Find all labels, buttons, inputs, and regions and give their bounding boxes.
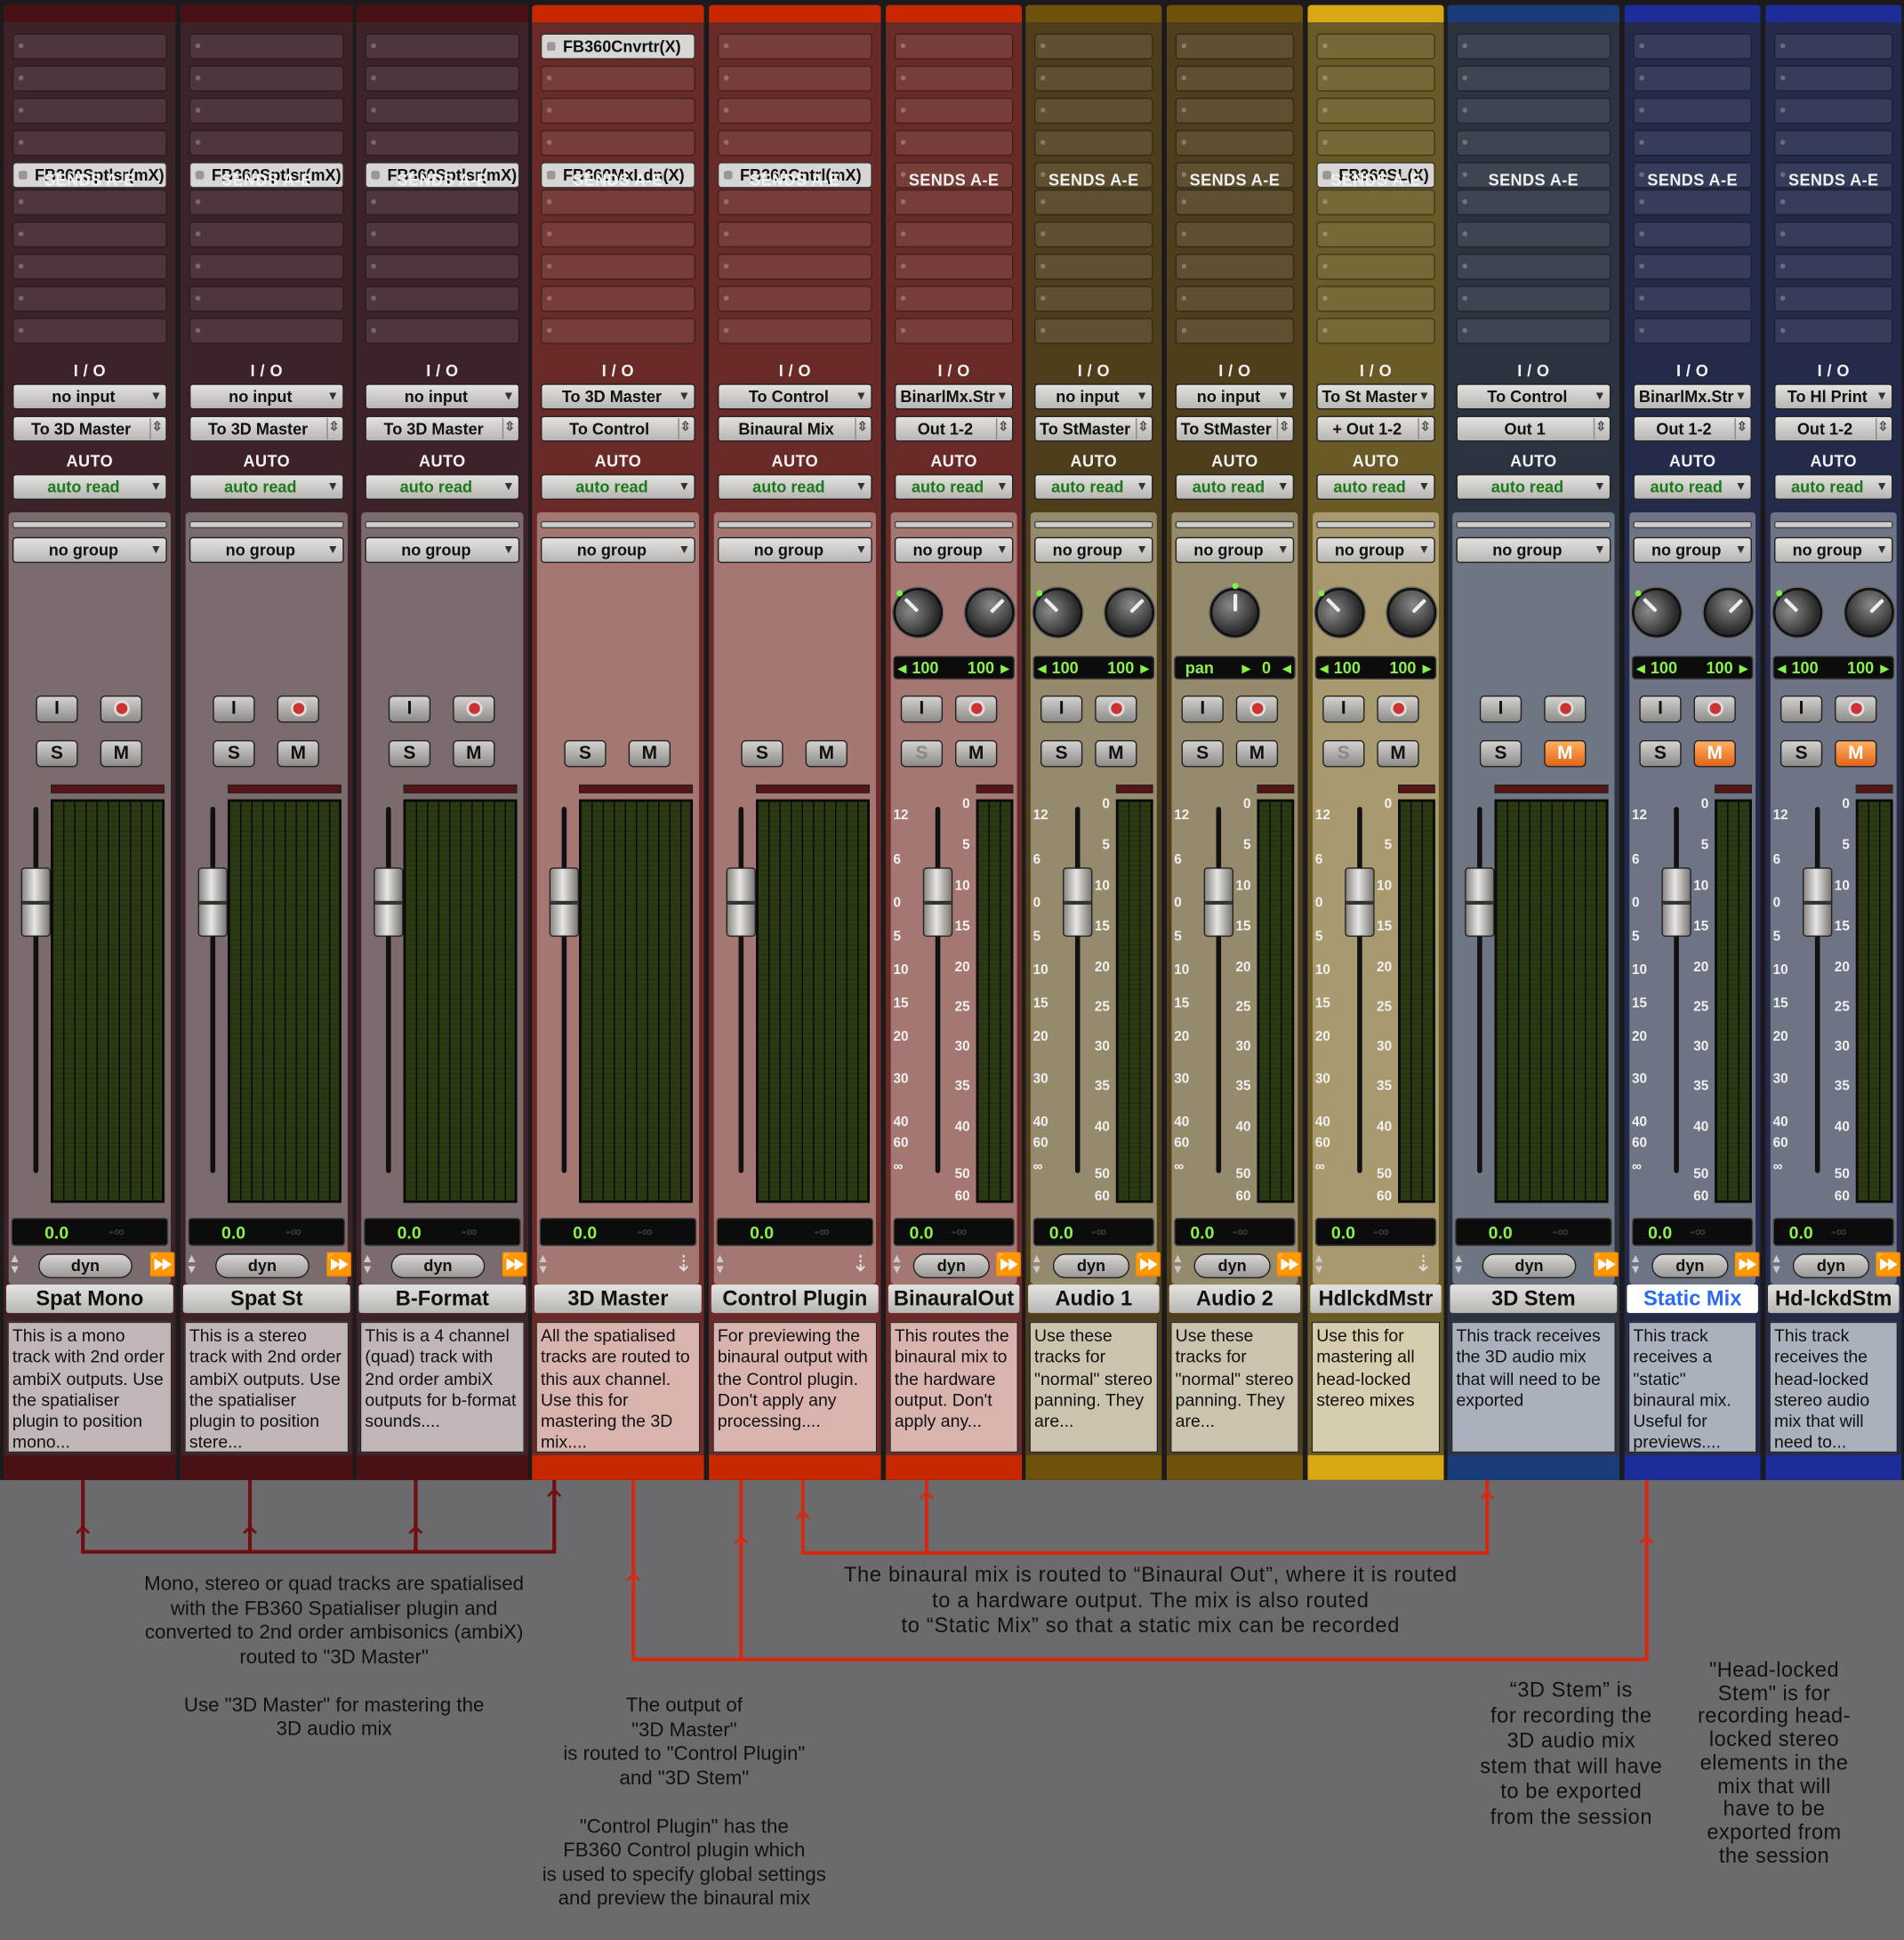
note-head-locked: "Head-locked Stem" is for recording head… [1698,1658,1851,1867]
note-3d-stem: “3D Stem” is for recording the 3D audio … [1480,1678,1663,1830]
wire-binaural [800,1479,1490,1556]
stage: FB360Sptlsr(mX) SENDS A-E I / Ono input ▼ To… [0,0,1904,1940]
note-binaural: The binaural mix is routed to “Binaural … [843,1563,1458,1638]
note-3d-master-output: The output of "3D Master" is routed to "… [542,1694,826,1910]
wire-spatial-to-3d-master [81,1479,557,1554]
